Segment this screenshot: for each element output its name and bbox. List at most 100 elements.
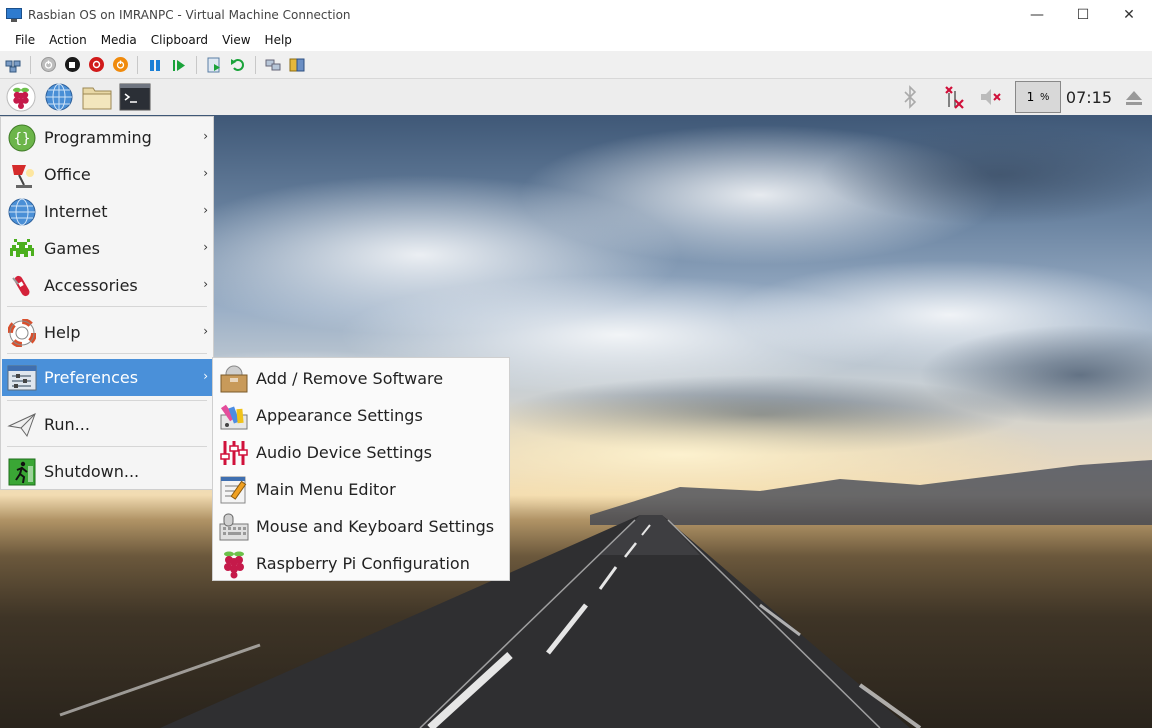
submenu-item-appearance-settings[interactable]: Appearance Settings	[214, 397, 509, 434]
menu-editor-icon	[219, 475, 249, 505]
clock[interactable]: 07:15	[1066, 88, 1112, 107]
audio-mixer-icon	[219, 438, 249, 468]
menu-item-programming[interactable]: {} Programming ›	[2, 119, 213, 156]
menu-item-label: Games	[44, 239, 100, 258]
submenu-item-main-menu-editor[interactable]: Main Menu Editor	[214, 471, 509, 508]
raspberry-icon	[219, 549, 249, 579]
submenu-item-label: Audio Device Settings	[256, 443, 432, 462]
close-button[interactable]: ✕	[1106, 0, 1152, 29]
turn-off-icon[interactable]	[63, 56, 81, 74]
resume-icon[interactable]	[170, 56, 188, 74]
pause-icon[interactable]	[146, 56, 164, 74]
menu-item-office[interactable]: Office ›	[2, 156, 213, 193]
menu-file[interactable]: File	[8, 33, 42, 47]
menu-action[interactable]: Action	[42, 33, 94, 47]
menu-clipboard[interactable]: Clipboard	[144, 33, 215, 47]
menu-item-label: Programming	[44, 128, 152, 147]
run-icon	[7, 410, 37, 440]
terminal-launcher[interactable]	[118, 82, 152, 112]
menu-item-label: Preferences	[44, 368, 139, 387]
cpu-usage-unit: %	[1040, 91, 1050, 103]
bluetooth-icon[interactable]	[899, 84, 921, 110]
start-icon[interactable]	[39, 56, 57, 74]
menu-item-label: Accessories	[44, 276, 138, 295]
vm-toolbar	[0, 51, 1152, 79]
main-menu: {} Programming › Office › Internet › Gam…	[0, 116, 214, 490]
menu-media[interactable]: Media	[94, 33, 144, 47]
vm-connection-icon	[6, 7, 22, 22]
ctrl-alt-del-icon[interactable]	[4, 56, 22, 74]
submenu-arrow-icon: ›	[203, 166, 208, 180]
network-disconnected-icon[interactable]	[941, 83, 967, 111]
accessories-icon	[7, 271, 37, 301]
submenu-item-label: Add / Remove Software	[256, 369, 444, 388]
folder-icon	[82, 87, 112, 110]
window-title-bar: Rasbian OS on IMRANPC - Virtual Machine …	[0, 0, 1152, 29]
submenu-item-mouse-keyboard-settings[interactable]: Mouse and Keyboard Settings	[214, 508, 509, 545]
minimize-button[interactable]: —	[1014, 0, 1060, 29]
submenu-arrow-icon: ›	[203, 277, 208, 291]
menu-item-label: Run...	[44, 415, 90, 434]
menu-separator	[7, 353, 207, 354]
globe-icon	[45, 83, 73, 111]
menu-item-label: Internet	[44, 202, 108, 221]
submenu-arrow-icon: ›	[203, 324, 208, 338]
submenu-item-label: Raspberry Pi Configuration	[256, 554, 470, 573]
raspberry-menu-button[interactable]	[4, 82, 38, 112]
pi-taskbar: 1 % 07:15	[0, 79, 1152, 115]
window-title: Rasbian OS on IMRANPC - Virtual Machine …	[28, 7, 351, 22]
package-icon	[219, 364, 249, 394]
terminal-icon	[119, 83, 151, 111]
submenu-item-audio-device-settings[interactable]: Audio Device Settings	[214, 434, 509, 471]
enhanced-session-icon[interactable]	[264, 56, 282, 74]
svg-text:{}: {}	[14, 131, 31, 147]
web-browser-launcher[interactable]	[42, 82, 76, 112]
raspberry-icon	[6, 82, 36, 112]
menu-item-accessories[interactable]: Accessories ›	[2, 267, 213, 304]
share-icon[interactable]	[288, 56, 306, 74]
menu-separator	[7, 400, 207, 401]
file-manager-launcher[interactable]	[80, 82, 114, 112]
menu-separator	[7, 446, 207, 447]
help-icon	[7, 318, 37, 348]
submenu-item-label: Appearance Settings	[256, 406, 423, 425]
programming-icon: {}	[7, 123, 37, 153]
menu-item-label: Help	[44, 323, 81, 342]
volume-muted-icon[interactable]	[979, 84, 1005, 110]
shutdown-icon	[7, 457, 37, 487]
menu-item-internet[interactable]: Internet ›	[2, 193, 213, 230]
shutdown-icon[interactable]	[87, 56, 105, 74]
checkpoint-icon[interactable]	[205, 56, 223, 74]
save-icon[interactable]	[111, 56, 129, 74]
preferences-icon	[7, 363, 37, 393]
menu-bar: File Action Media Clipboard View Help	[0, 29, 1152, 51]
cpu-usage-value: 1	[1026, 90, 1035, 104]
submenu-arrow-icon: ›	[203, 240, 208, 254]
submenu-item-label: Mouse and Keyboard Settings	[256, 517, 495, 536]
submenu-arrow-icon: ›	[203, 203, 208, 217]
menu-item-help[interactable]: Help ›	[2, 314, 213, 351]
submenu-arrow-icon: ›	[203, 369, 208, 383]
office-icon	[7, 160, 37, 190]
submenu-item-raspberry-pi-configuration[interactable]: Raspberry Pi Configuration	[214, 545, 509, 582]
mouse-keyboard-icon	[219, 512, 249, 542]
menu-item-label: Shutdown...	[44, 462, 140, 481]
menu-item-games[interactable]: Games ›	[2, 230, 213, 267]
menu-item-preferences[interactable]: Preferences ›	[2, 359, 213, 396]
eject-icon[interactable]	[1124, 86, 1144, 108]
submenu-item-add-remove-software[interactable]: Add / Remove Software	[214, 360, 509, 397]
menu-separator	[7, 306, 207, 307]
menu-item-shutdown[interactable]: Shutdown...	[2, 453, 213, 490]
revert-icon[interactable]	[229, 56, 247, 74]
submenu-arrow-icon: ›	[203, 129, 208, 143]
cpu-usage-monitor: 1 %	[1014, 81, 1061, 113]
menu-view[interactable]: View	[215, 33, 257, 47]
games-icon	[7, 234, 37, 264]
appearance-icon	[219, 401, 249, 431]
menu-help[interactable]: Help	[258, 33, 299, 47]
menu-item-run[interactable]: Run...	[2, 406, 213, 443]
submenu-item-label: Main Menu Editor	[256, 480, 396, 499]
maximize-button[interactable]: ☐	[1060, 0, 1106, 29]
preferences-submenu: Add / Remove Software Appearance Setting…	[212, 357, 510, 581]
menu-item-label: Office	[44, 165, 91, 184]
